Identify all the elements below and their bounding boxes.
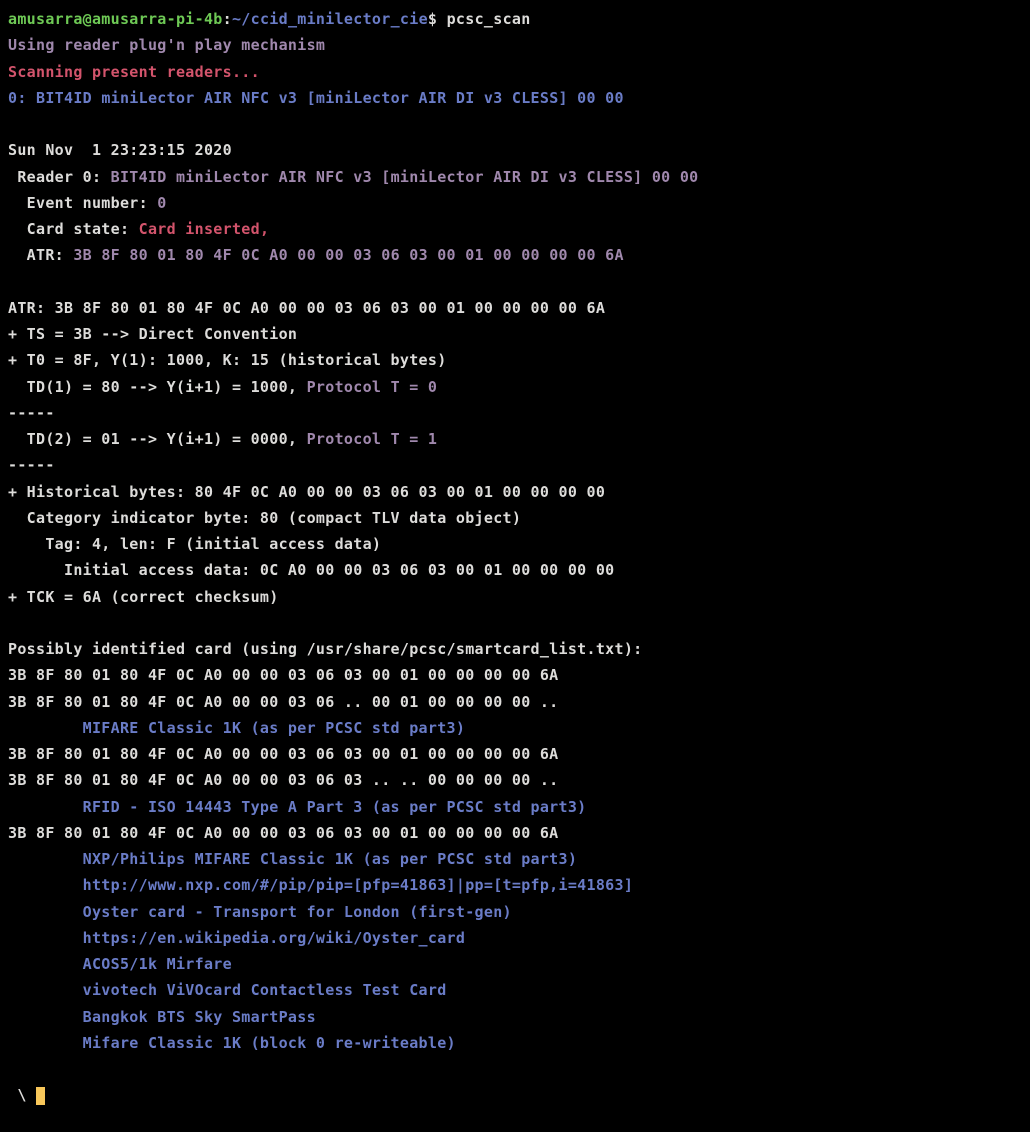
terminal-output[interactable]: amusarra@amusarra-pi-4b:~/ccid_minilecto… [8,6,1022,1109]
prompt-user: amusarra@amusarra-pi-4b [8,10,223,28]
cursor [36,1087,45,1105]
card-nxp: NXP/Philips MIFARE Classic 1K (as per PC… [8,850,577,868]
atr-match-2: 3B 8F 80 01 80 4F 0C A0 00 00 03 06 03 0… [8,745,559,763]
ts-line: + TS = 3B --> Direct Convention [8,325,297,343]
identified-card-header: Possibly identified card (using /usr/sha… [8,640,643,658]
atr-header: ATR: 3B 8F 80 01 80 4F 0C A0 00 00 03 06… [8,299,605,317]
atr-line: ATR: 3B 8F 80 01 80 4F 0C A0 00 00 03 06… [8,246,624,264]
card-bangkok: Bangkok BTS Sky SmartPass [8,1008,316,1026]
cursor-line: \ [8,1086,45,1104]
atr-mask-2: 3B 8F 80 01 80 4F 0C A0 00 00 03 06 03 .… [8,771,559,789]
prompt-path: ~/ccid_minilector_cie [232,10,428,28]
card-acos5: ACOS5/1k Mirfare [8,955,232,973]
card-nxp-url: http://www.nxp.com/#/pip/pip=[pfp=41863]… [8,876,633,894]
reader-0-line: Reader 0: BIT4ID miniLector AIR NFC v3 [… [8,168,698,186]
prompt-dollar: $ [428,10,437,28]
card-mifare-rewrite: Mifare Classic 1K (block 0 re-writeable) [8,1034,456,1052]
prompt-line: amusarra@amusarra-pi-4b:~/ccid_minilecto… [8,10,531,28]
card-mifare-1k: MIFARE Classic 1K (as per PCSC std part3… [8,719,465,737]
td1-line: TD(1) = 80 --> Y(i+1) = 1000, Protocol T… [8,378,437,396]
card-rfid-iso: RFID - ISO 14443 Type A Part 3 (as per P… [8,798,587,816]
card-vivotech: vivotech ViVOcard Contactless Test Card [8,981,447,999]
card-oyster: Oyster card - Transport for London (firs… [8,903,512,921]
tag-line: Tag: 4, len: F (initial access data) [8,535,381,553]
mechanism-line: Using reader plug'n play mechanism [8,36,325,54]
td2-line: TD(2) = 01 --> Y(i+1) = 0000, Protocol T… [8,430,437,448]
separator: ----- [8,404,55,422]
t0-line: + T0 = 8F, Y(1): 1000, K: 15 (historical… [8,351,447,369]
historical-bytes-line: + Historical bytes: 80 4F 0C A0 00 00 03… [8,483,605,501]
prompt-colon: : [223,10,232,28]
atr-mask-1: 3B 8F 80 01 80 4F 0C A0 00 00 03 06 .. 0… [8,693,559,711]
scanning-line: Scanning present readers... [8,63,260,81]
category-indicator-line: Category indicator byte: 80 (compact TLV… [8,509,521,527]
card-oyster-url: https://en.wikipedia.org/wiki/Oyster_car… [8,929,465,947]
timestamp: Sun Nov 1 23:23:15 2020 [8,141,232,159]
event-number-line: Event number: 0 [8,194,167,212]
atr-match-3: 3B 8F 80 01 80 4F 0C A0 00 00 03 06 03 0… [8,824,559,842]
tck-line: + TCK = 6A (correct checksum) [8,588,279,606]
command: pcsc_scan [437,10,530,28]
separator: ----- [8,456,55,474]
reader-list-line: 0: BIT4ID miniLector AIR NFC v3 [miniLec… [8,89,624,107]
atr-match-1: 3B 8F 80 01 80 4F 0C A0 00 00 03 06 03 0… [8,666,559,684]
initial-access-line: Initial access data: 0C A0 00 00 03 06 0… [8,561,615,579]
card-state-line: Card state: Card inserted, [8,220,279,238]
